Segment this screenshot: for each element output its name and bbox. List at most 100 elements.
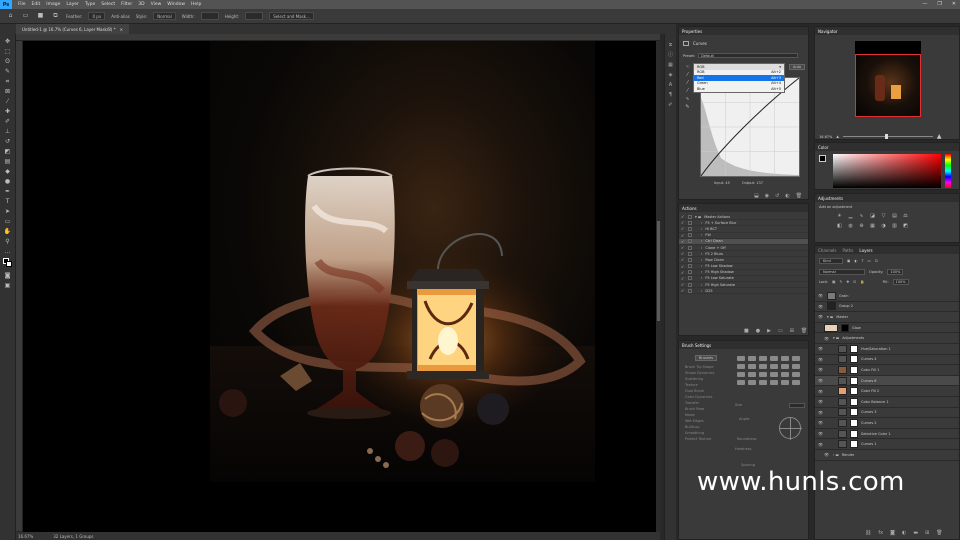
layer-row[interactable]: 👁 Group 2	[815, 302, 959, 313]
levels-icon[interactable]: ▁	[846, 212, 855, 220]
delete-action-icon[interactable]: 🗑	[801, 328, 807, 334]
lock-artboard-icon[interactable]: ⊡	[853, 280, 856, 284]
hue-sat-icon[interactable]: ▤	[890, 212, 899, 220]
channel-mixer-icon[interactable]: ⊛	[857, 222, 866, 230]
close-window-button[interactable]: ✕	[952, 1, 956, 7]
brushes-icon[interactable]: ✐	[667, 102, 674, 108]
eraser-tool-icon[interactable]: ◩	[3, 148, 12, 156]
layer-row[interactable]: 👁 › ▬ Render	[815, 450, 959, 461]
navigator-thumbnail[interactable]	[855, 41, 921, 117]
input-value[interactable]: 45	[725, 181, 729, 185]
layer-row[interactable]: 👁 Curves 2	[815, 418, 959, 429]
document-image[interactable]	[210, 41, 595, 482]
zoom-in-icon[interactable]: ▲	[937, 133, 942, 140]
feather-input[interactable]: 0 px	[88, 12, 106, 20]
layer-row[interactable]: 👁 Color Fill 2	[815, 386, 959, 397]
clip-layer-icon[interactable]: ⬓	[754, 193, 759, 199]
filter-kind-select[interactable]: Kind	[819, 258, 843, 264]
menu-help[interactable]: Help	[191, 2, 201, 7]
visibility-eye-icon[interactable]: 👁	[818, 346, 824, 351]
quick-select-tool-icon[interactable]: ✎	[3, 68, 12, 76]
white-point-eyedropper-icon[interactable]: ⁄	[683, 87, 692, 95]
new-action-icon[interactable]: ⊞	[790, 328, 794, 334]
visibility-eye-icon[interactable]: 👁	[818, 399, 824, 404]
layer-row[interactable]: 👁 Grain	[815, 291, 959, 302]
delete-adjust-icon[interactable]: 🗑	[796, 193, 802, 199]
filter-shape-icon[interactable]: ▭	[868, 259, 871, 263]
filter-adjust-icon[interactable]: ◐	[854, 259, 857, 263]
history-brush-icon[interactable]: ↺	[3, 138, 12, 146]
layer-row[interactable]: 👁 Hue/Saturation 1	[815, 344, 959, 355]
menu-select[interactable]: Select	[101, 2, 115, 7]
pencil-edit-icon[interactable]: ✎	[683, 103, 692, 111]
visibility-eye-icon[interactable]: 👁	[818, 389, 824, 394]
visibility-eye-icon[interactable]: 👁	[818, 304, 824, 309]
color-balance-icon[interactable]: ⚖	[901, 212, 910, 220]
lookup-icon[interactable]: ▦	[868, 222, 877, 230]
visibility-eye-icon[interactable]: 👁	[824, 336, 830, 341]
navigator-tab[interactable]: Navigator	[818, 29, 838, 34]
shape-tool-icon[interactable]: ▭	[3, 218, 12, 226]
layer-row[interactable]: 👁 Curves 4	[815, 355, 959, 366]
gray-point-eyedropper-icon[interactable]: ⁄	[683, 79, 692, 87]
layer-row[interactable]: 👁 ▾ ▬ Master	[815, 312, 959, 323]
action-row[interactable]: ✓ › D25	[679, 288, 808, 295]
menu-type[interactable]: Type	[85, 2, 95, 7]
brush-tip-grid[interactable]	[737, 356, 800, 385]
eyedropper-tool-icon[interactable]: ⁄	[3, 98, 12, 106]
new-adjustment-icon[interactable]: ◐	[902, 530, 906, 536]
zoom-out-icon[interactable]: ▴	[836, 134, 839, 140]
channel-dropdown[interactable]: RGB ▾ RGB Alt+2 Red Alt+3 Green Alt+4 Blue Al…	[693, 63, 785, 93]
brushes-button[interactable]: Brushes	[695, 355, 718, 361]
scrollbar-thumb[interactable]	[657, 221, 660, 321]
layer-row[interactable]: Glow	[815, 323, 959, 334]
point-edit-icon[interactable]: ∿	[683, 95, 692, 103]
properties-tab[interactable]: Properties	[682, 29, 702, 34]
layer-row[interactable]: 👁 Selective Color 1	[815, 429, 959, 440]
navigator-zoom-slider[interactable]	[842, 134, 933, 139]
fg-bg-swatch[interactable]	[819, 155, 829, 165]
reset-icon[interactable]: ↺	[775, 193, 779, 199]
height-input[interactable]	[245, 12, 264, 20]
color-tab[interactable]: Color	[818, 145, 828, 150]
color-field[interactable]	[833, 154, 941, 188]
opacity-input[interactable]: 100%	[887, 269, 904, 275]
filter-type-icon[interactable]: T	[861, 259, 863, 263]
new-layer-icon[interactable]: ⊞	[925, 530, 929, 536]
bw-icon[interactable]: ◧	[835, 222, 844, 230]
path-select-icon[interactable]: ➤	[3, 208, 12, 216]
move-tool-icon[interactable]: ✥	[3, 38, 12, 46]
brush-angle-dial[interactable]	[779, 417, 802, 440]
blur-tool-icon[interactable]: ◆	[3, 168, 12, 176]
crop-tool-icon[interactable]: ⌗	[3, 78, 12, 86]
gradient-tool-icon[interactable]: ▤	[3, 158, 12, 166]
view-previous-icon[interactable]: ◉	[765, 193, 769, 199]
frame-tool-icon[interactable]: ⊠	[3, 88, 12, 96]
target-adjust-icon[interactable]: ☜	[683, 63, 692, 71]
channels-tab[interactable]: Channels	[818, 248, 837, 253]
blend-mode-select[interactable]: Normal	[819, 269, 865, 275]
adjustments-tab[interactable]: Adjustments	[818, 196, 843, 201]
visibility-eye-icon[interactable]: 👁	[818, 314, 824, 319]
color-swatches-icon[interactable]	[3, 258, 12, 270]
auto-button[interactable]: Auto	[789, 64, 806, 70]
preset-select[interactable]: Default	[698, 53, 799, 58]
visibility-eye-icon[interactable]: 👁	[818, 420, 824, 425]
menu-view[interactable]: View	[151, 2, 162, 7]
style-select[interactable]: Normal	[153, 12, 176, 20]
info-icon[interactable]: ⓘ	[667, 52, 674, 58]
add-mask-icon[interactable]: ◙	[890, 530, 895, 536]
layers-tab[interactable]: Layers	[859, 248, 872, 253]
marquee-tool-icon[interactable]: ⬚	[3, 48, 12, 56]
layer-row[interactable]: 👁 Curves 6	[815, 375, 959, 387]
exposure-icon[interactable]: ◪	[868, 212, 877, 220]
posterize-icon[interactable]: ▥	[890, 222, 899, 230]
restore-button[interactable]: ❐	[937, 1, 941, 7]
menu-image[interactable]: Image	[46, 2, 60, 7]
lock-pixels-icon[interactable]: ▦	[832, 280, 835, 284]
new-group-icon[interactable]: ▬	[913, 530, 918, 536]
play-icon[interactable]: ▶	[767, 328, 771, 334]
lasso-tool-icon[interactable]: ʘ	[3, 58, 12, 66]
close-tab-icon[interactable]: ×	[120, 27, 123, 32]
layer-row[interactable]: 👁 ▾ ▬ Adjustments	[815, 333, 959, 344]
